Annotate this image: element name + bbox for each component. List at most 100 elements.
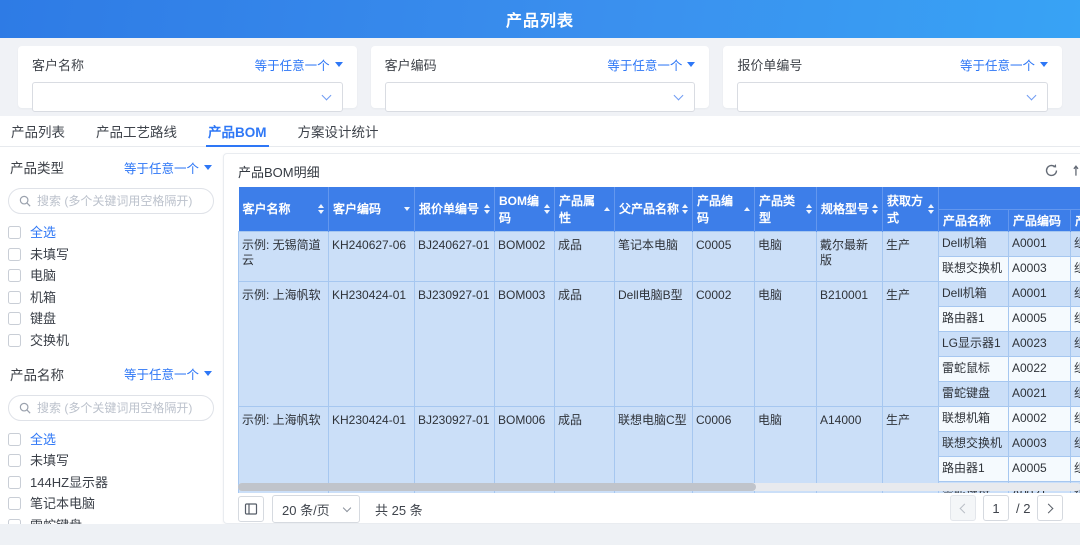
column-label: BOM编码 <box>499 192 544 226</box>
column-header-8[interactable]: 规格型号 <box>817 187 883 231</box>
sub-column-header-2[interactable]: 产品属性 <box>1071 209 1080 231</box>
sub-column-header-0[interactable]: 产品名称 <box>939 209 1009 231</box>
sidebar-section-0: 产品类型等于任意一个全选未填写电脑机箱键盘交换机 <box>8 157 214 347</box>
sidebar-operator-dropdown[interactable]: 等于任意一个 <box>124 158 212 177</box>
column-header-3[interactable]: BOM编码 <box>495 187 555 231</box>
filter-operator-dropdown[interactable]: 等于任意一个 <box>960 55 1048 74</box>
search-icon <box>19 195 31 207</box>
option-label: 电脑 <box>30 269 56 282</box>
sidebar-search-box <box>8 395 214 421</box>
option-label: 键盘 <box>30 312 56 325</box>
group-cell: 笔记本电脑 <box>615 231 693 281</box>
horizontal-scrollbar-track[interactable] <box>238 483 1080 491</box>
tab-1[interactable]: 产品工艺路线 <box>94 116 179 146</box>
group-cell: BOM002 <box>495 231 555 281</box>
checkbox[interactable] <box>8 334 21 347</box>
sidebar-search-input[interactable] <box>37 194 203 208</box>
option-label: 全选 <box>30 433 56 446</box>
column-header-7[interactable]: 产品类型 <box>755 187 817 231</box>
page-size-select[interactable]: 20 条/页 <box>272 495 360 523</box>
filter-value-select[interactable] <box>737 82 1048 112</box>
group-cell: 成品 <box>555 231 615 281</box>
checkbox[interactable] <box>8 433 21 446</box>
chevron-down-icon <box>1027 91 1037 101</box>
column-header-9[interactable]: 获取方式 <box>883 187 939 231</box>
column-header-4[interactable]: 产品属性 <box>555 187 615 231</box>
filter-operator-dropdown[interactable]: 等于任意一个 <box>607 55 695 74</box>
filter-operator-label: 等于任意一个 <box>255 55 330 74</box>
column-label: 产品类型 <box>759 192 806 226</box>
tab-3[interactable]: 方案设计统计 <box>296 116 381 146</box>
group-cell: KH230424-01 <box>329 281 415 406</box>
group-cell: 电脑 <box>755 231 817 281</box>
filter-option-1-1[interactable]: 未填写 <box>8 454 214 467</box>
current-page-input[interactable] <box>983 495 1009 521</box>
tab-2[interactable]: 产品BOM <box>206 116 269 146</box>
tab-0[interactable]: 产品列表 <box>9 116 67 146</box>
checkbox[interactable] <box>8 291 21 304</box>
total-pages: / 2 <box>1016 501 1030 516</box>
checkbox[interactable] <box>8 312 21 325</box>
filter-value-select[interactable] <box>385 82 696 112</box>
sidebar-section-1: 产品名称等于任意一个全选未填写144HZ显示器笔记本电脑雷蛇键盘雷蛇鼠标 <box>8 364 214 545</box>
filter-option-0-0[interactable]: 全选 <box>8 226 214 239</box>
filter-option-1-3[interactable]: 笔记本电脑 <box>8 497 214 510</box>
sort-icon <box>404 207 410 211</box>
filter-option-0-4[interactable]: 键盘 <box>8 312 214 325</box>
filter-option-0-1[interactable]: 未填写 <box>8 248 214 261</box>
chevron-left-icon <box>960 503 970 513</box>
checkbox[interactable] <box>8 497 21 510</box>
checkbox[interactable] <box>8 269 21 282</box>
sidebar-search-input[interactable] <box>37 401 203 415</box>
group-cell: 示例: 上海帆软 <box>239 281 329 406</box>
filter-option-1-0[interactable]: 全选 <box>8 433 214 446</box>
sub-cell: 联想交换机 <box>939 256 1009 281</box>
filter-value-select[interactable] <box>32 82 343 112</box>
filter-option-1-2[interactable]: 144HZ显示器 <box>8 476 214 489</box>
column-header-0[interactable]: 客户名称 <box>239 187 329 231</box>
filter-option-0-2[interactable]: 电脑 <box>8 269 214 282</box>
refresh-icon[interactable] <box>1044 163 1059 178</box>
group-cell: C0002 <box>693 281 755 406</box>
sort-icon <box>544 204 550 214</box>
column-label: 获取方式 <box>887 192 928 226</box>
pagination-bar: 20 条/页 共 25 条 / 2 <box>238 495 1068 523</box>
filter-option-0-5[interactable]: 交换机 <box>8 334 214 347</box>
next-page-button[interactable] <box>1037 495 1063 521</box>
sub-column-header-1[interactable]: 产品编码 <box>1009 209 1071 231</box>
sub-cell: 组件 <box>1071 331 1080 356</box>
sub-cell: 组件 <box>1071 256 1080 281</box>
triangle-down-icon <box>687 62 695 67</box>
filter-card-2: 报价单编号等于任意一个 <box>723 46 1062 108</box>
bom-table: 客户名称客户编码报价单编号BOM编码产品属性父产品名称产品编码产品类型规格型号获… <box>238 187 1080 493</box>
filter-sidebar: 产品类型等于任意一个全选未填写电脑机箱键盘交换机产品名称等于任意一个全选未填写1… <box>8 157 214 545</box>
checkbox[interactable] <box>8 476 21 489</box>
group-cell: BOM006 <box>495 406 555 493</box>
group-cell: 生产 <box>883 281 939 406</box>
display-fields-button[interactable] <box>238 496 264 522</box>
column-header-6[interactable]: 产品编码 <box>693 187 755 231</box>
checkbox[interactable] <box>8 226 21 239</box>
column-settings-icon[interactable] <box>1072 163 1080 178</box>
prev-page-button[interactable] <box>950 495 976 521</box>
column-header-1[interactable]: 客户编码 <box>329 187 415 231</box>
sidebar-operator-dropdown[interactable]: 等于任意一个 <box>124 364 212 383</box>
sub-cell: A0005 <box>1009 306 1071 331</box>
checkbox[interactable] <box>8 454 21 467</box>
horizontal-scrollbar-thumb[interactable] <box>238 483 756 491</box>
filter-card-1: 客户编码等于任意一个 <box>371 46 710 108</box>
column-header-2[interactable]: 报价单编号 <box>415 187 495 231</box>
column-header-5[interactable]: 父产品名称 <box>615 187 693 231</box>
column-label: 规格型号 <box>821 200 869 217</box>
sidebar-search-box <box>8 188 214 214</box>
sub-cell: A0003 <box>1009 256 1071 281</box>
sub-cell: 组件 <box>1071 231 1080 256</box>
sub-cell: 路由器1 <box>939 456 1009 481</box>
column-label: 客户编码 <box>333 200 381 217</box>
filter-operator-dropdown[interactable]: 等于任意一个 <box>255 55 343 74</box>
group-cell: BJ230927-01 <box>415 406 495 493</box>
checkbox[interactable] <box>8 248 21 261</box>
sub-cell: A0001 <box>1009 231 1071 256</box>
sub-cell: A0021 <box>1009 381 1071 406</box>
filter-option-0-3[interactable]: 机箱 <box>8 291 214 304</box>
